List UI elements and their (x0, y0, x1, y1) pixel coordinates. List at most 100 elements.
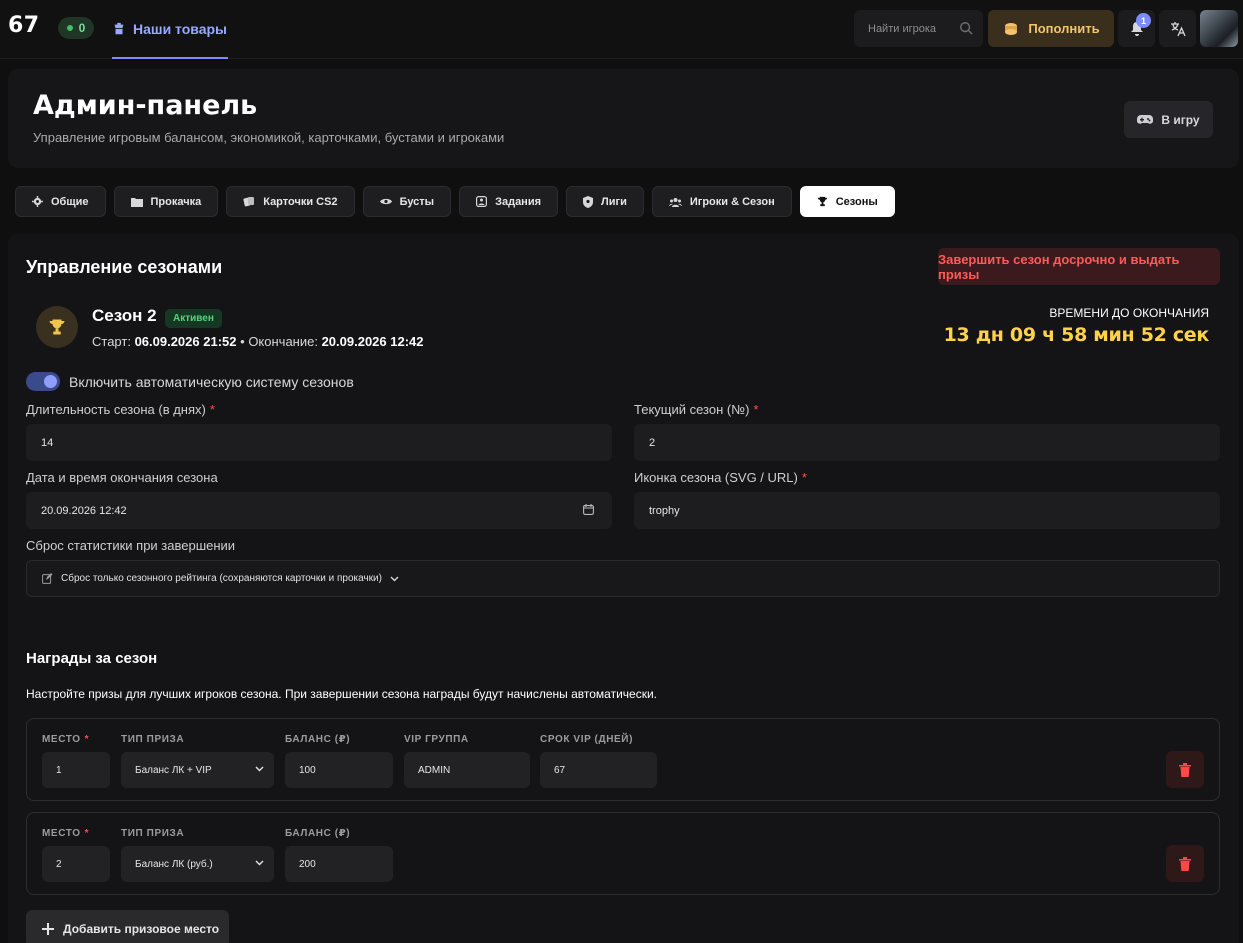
season-dates: Старт: 06.09.2026 21:52 • Окончание: 20.… (92, 334, 424, 349)
tab-leagues-label: Лиги (601, 195, 627, 208)
tab-upgrade[interactable]: Прокачка (113, 186, 219, 217)
countdown-timer: 13 дн 09 ч 58 мин 52 сек (943, 324, 1210, 346)
tab-boosts-label: Бусты (399, 195, 435, 208)
translate-icon (1170, 21, 1186, 36)
dates-separator: • (240, 334, 245, 349)
rewards-description: Настройте призы для лучших игроков сезон… (26, 687, 657, 701)
player-search[interactable] (854, 10, 983, 47)
task-icon (476, 196, 488, 207)
nav-our-goods[interactable]: Наши товары (112, 0, 229, 59)
gamepad-icon (1137, 114, 1154, 124)
delete-reward-button[interactable] (1166, 751, 1204, 788)
current-season-label-text: Текущий сезон (№) (634, 402, 750, 417)
to-game-label: В игру (1161, 112, 1200, 127)
search-input[interactable] (868, 22, 958, 35)
place-column-label-text: МЕСТО (42, 734, 81, 745)
page-subtitle: Управление игровым балансом, экономикой,… (33, 130, 505, 145)
tab-upgrade-label: Прокачка (150, 195, 202, 208)
place-input[interactable]: 2 (42, 846, 110, 882)
place-column-label: МЕСТО * (42, 828, 89, 839)
season-icon-label: Иконка сезона (SVG / URL) * (634, 470, 807, 485)
trash-icon (1179, 762, 1191, 777)
notifications-badge: 1 (1136, 13, 1151, 28)
reward-row: МЕСТО * ТИП ПРИЗА БАЛАНС (₽) VIP ГРУППА С… (26, 718, 1220, 801)
rewards-title: Награды за сезон (26, 650, 158, 667)
tab-players-season-label: Игроки & Сезон (689, 195, 775, 208)
search-icon (960, 22, 973, 35)
end-datetime-label: Дата и время окончания сезона (26, 470, 218, 485)
vip-days-column-label: СРОК VIP (ДНЕЙ) (540, 734, 633, 745)
reset-stats-label: Сброс статистики при завершении (26, 538, 236, 553)
prize-type-column-label: ТИП ПРИЗА (121, 828, 185, 839)
add-prize-place-label: Добавить призовое место (63, 921, 220, 936)
current-season-input[interactable]: 2 (634, 424, 1220, 461)
chevron-down-icon (255, 860, 264, 866)
auto-season-toggle[interactable] (26, 372, 60, 391)
top-bar: 67 0 Наши товары Пополнить 1 (0, 0, 1243, 59)
duration-input[interactable]: 14 (26, 424, 612, 461)
tab-boosts[interactable]: Бусты (362, 186, 452, 217)
reset-stats-select[interactable]: Сброс только сезонного рейтинга (сохраня… (26, 560, 1220, 597)
prize-type-select[interactable]: Баланс ЛК + VIP (121, 752, 274, 788)
seasons-panel: Управление сезонами Завершить сезон доср… (8, 234, 1239, 943)
place-input[interactable]: 1 (42, 752, 110, 788)
nav-our-goods-label: Наши товары (133, 20, 228, 37)
duration-label-text: Длительность сезона (в днях) (26, 402, 206, 417)
user-avatar[interactable] (1200, 10, 1238, 47)
shield-icon (583, 195, 594, 208)
tab-tasks[interactable]: Задания (459, 186, 559, 217)
site-logo[interactable]: 67 (8, 13, 40, 38)
trophy-icon (49, 319, 65, 335)
end-datetime-input[interactable]: 20.09.2026 12:42 (26, 492, 612, 529)
calendar-icon[interactable] (583, 504, 594, 515)
balance-column-label: БАЛАНС (₽) (285, 734, 351, 745)
edit-icon (42, 573, 53, 584)
prize-type-value: Баланс ЛК (руб.) (135, 858, 213, 870)
tab-leagues[interactable]: Лиги (566, 186, 644, 217)
chevron-down-icon (255, 766, 264, 772)
season-icon-input[interactable]: trophy (634, 492, 1220, 529)
season-icon-label-text: Иконка сезона (SVG / URL) (634, 470, 798, 485)
trophy-icon (817, 196, 827, 207)
delete-reward-button[interactable] (1166, 845, 1204, 882)
users-icon (668, 197, 682, 207)
chevron-down-icon (390, 576, 399, 581)
tab-cs2-cards-label: Карточки CS2 (263, 195, 338, 208)
balance-input[interactable]: 200 (285, 846, 393, 882)
language-button[interactable] (1159, 10, 1196, 47)
tab-seasons[interactable]: Сезоны (799, 186, 895, 217)
auto-season-toggle-label: Включить автоматическую систему сезонов (69, 374, 354, 390)
topup-button[interactable]: Пополнить (988, 10, 1114, 47)
tab-cs2-cards[interactable]: Карточки CS2 (226, 186, 355, 217)
store-icon (114, 22, 124, 34)
tab-tasks-label: Задания (495, 195, 542, 208)
required-mark: * (209, 402, 215, 417)
reset-stats-value: Сброс только сезонного рейтинга (сохраня… (61, 573, 382, 584)
gear-icon (32, 196, 43, 207)
season-name: Сезон 2 (92, 306, 157, 325)
tab-general-label: Общие (51, 195, 89, 208)
end-season-early-button[interactable]: Завершить сезон досрочно и выдать призы (938, 248, 1220, 285)
notifications-button[interactable]: 1 (1118, 10, 1155, 47)
tab-players-season[interactable]: Игроки & Сезон (651, 186, 792, 217)
page-title: Админ-панель (33, 90, 258, 121)
trash-icon (1179, 856, 1191, 871)
tab-general[interactable]: Общие (15, 186, 106, 217)
add-prize-place-button[interactable]: Добавить призовое место (26, 910, 229, 943)
balance-input[interactable]: 100 (285, 752, 393, 788)
online-counter: 0 (58, 17, 94, 39)
vip-days-input[interactable]: 67 (540, 752, 657, 788)
cards-icon (243, 197, 255, 207)
online-dot-icon (66, 25, 73, 31)
place-column-label-text: МЕСТО (42, 828, 81, 839)
to-game-button[interactable]: В игру (1124, 101, 1213, 138)
eye-icon (379, 198, 392, 205)
vip-group-column-label: VIP ГРУППА (404, 734, 469, 745)
prize-type-select[interactable]: Баланс ЛК (руб.) (121, 846, 274, 882)
reward-row: МЕСТО * ТИП ПРИЗА БАЛАНС (₽) 2 Баланс ЛК … (26, 812, 1220, 895)
vip-group-input[interactable]: ADMIN (404, 752, 530, 788)
required-mark: * (753, 402, 759, 417)
status-badge: Активен (165, 309, 222, 328)
folder-icon (130, 197, 143, 207)
end-date: 20.09.2026 12:42 (321, 334, 424, 349)
